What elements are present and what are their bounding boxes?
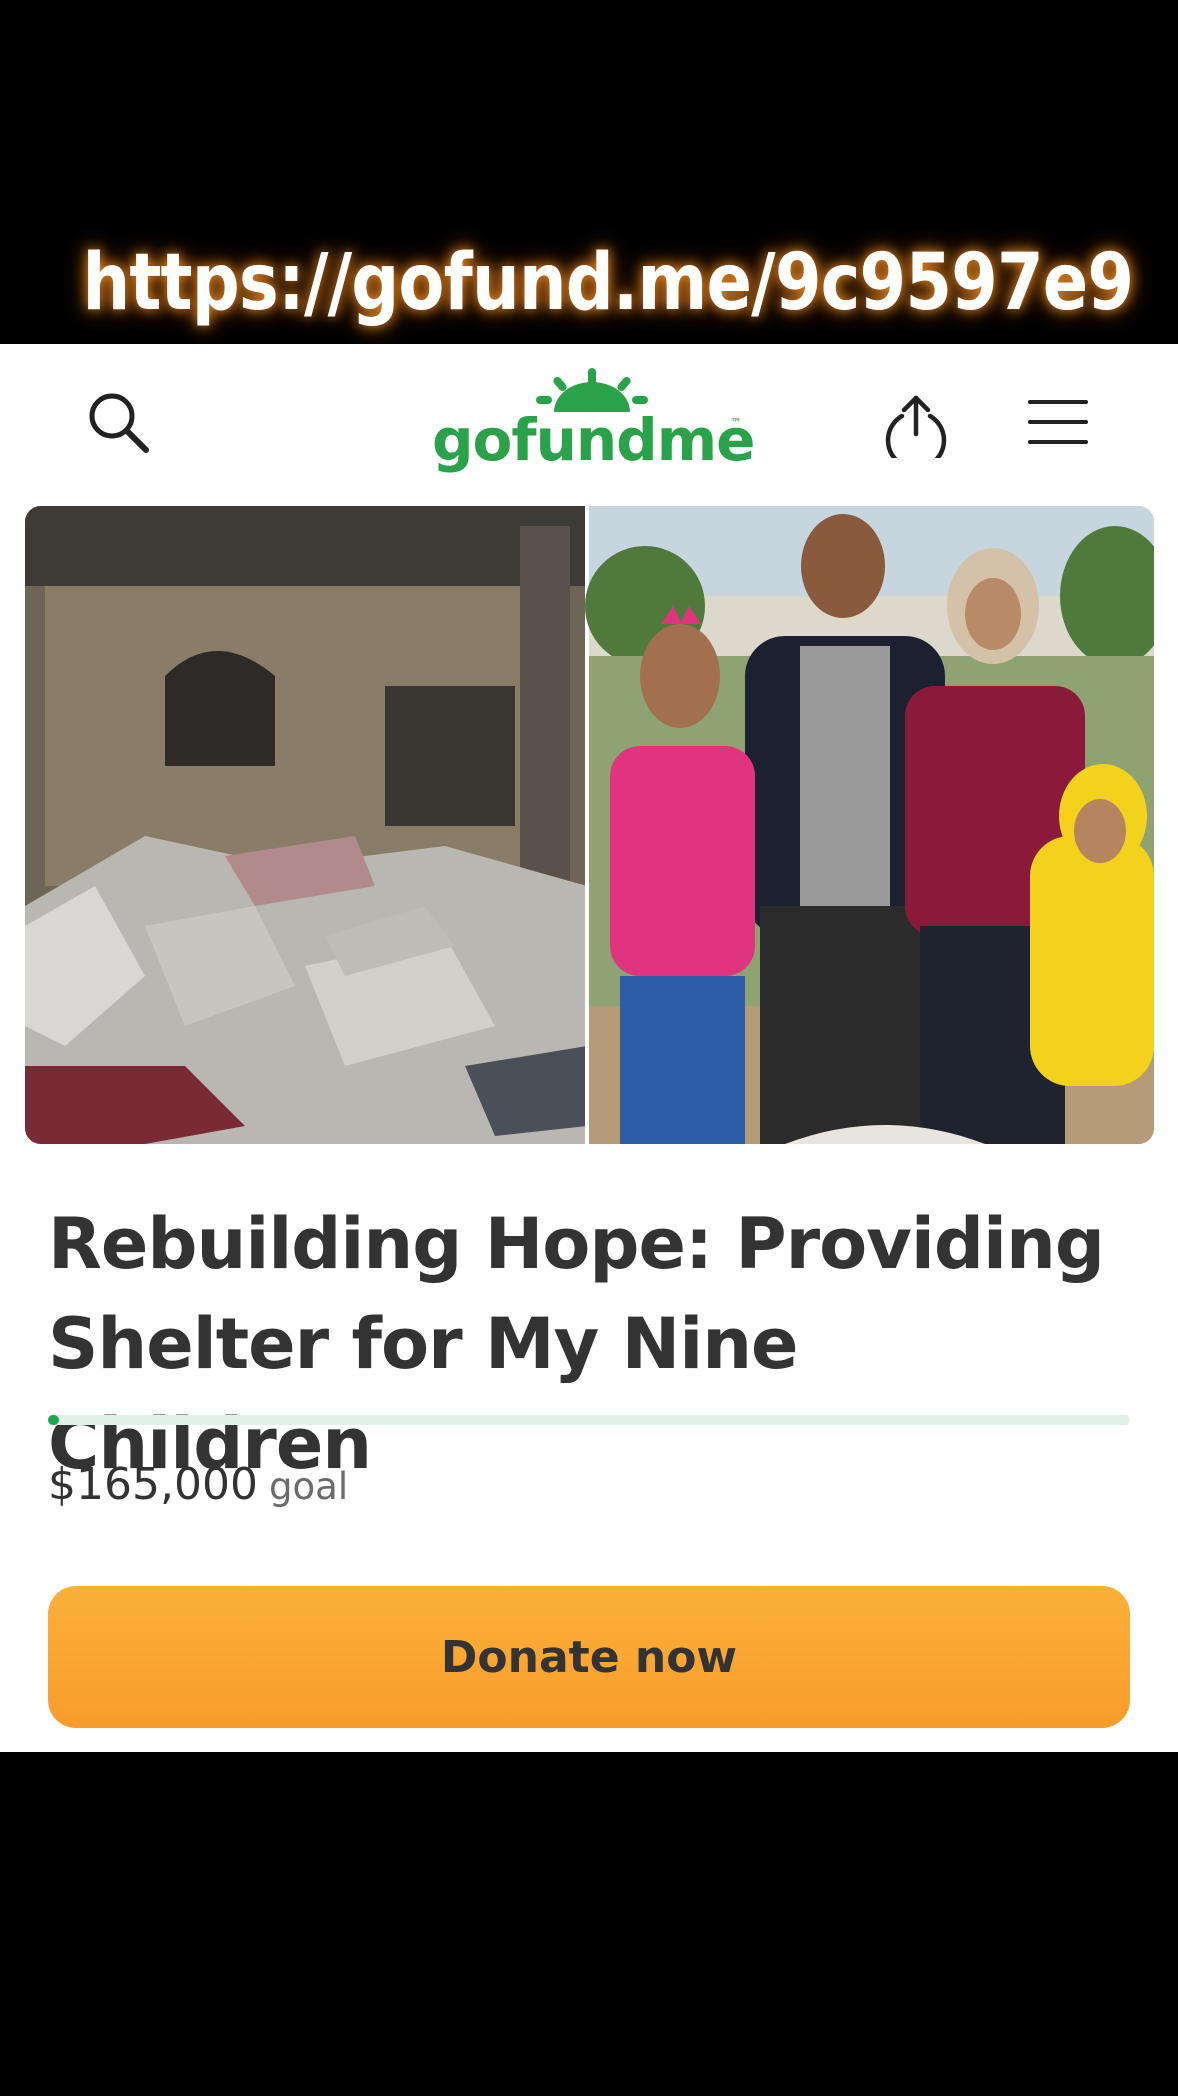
campaign-title: Rebuilding Hope: Providing Shelter for M… <box>48 1203 1105 1485</box>
rubble-photo <box>25 506 587 1144</box>
menu-icon[interactable] <box>1028 398 1088 446</box>
donation-progress-bar <box>48 1415 1130 1425</box>
search-icon[interactable] <box>84 388 152 456</box>
share-icon[interactable] <box>880 386 952 458</box>
url-banner: https://gofund.me/9c9597e9 <box>0 0 1178 344</box>
top-navbar: gofundme ™ <box>0 344 1178 504</box>
goal-label: goal <box>269 1465 349 1508</box>
logo-wordmark: gofundme <box>432 406 755 474</box>
logo-trademark: ™ <box>730 416 742 430</box>
gofundme-logo[interactable]: gofundme ™ <box>426 366 756 486</box>
donate-now-button[interactable]: Donate now <box>48 1586 1130 1728</box>
family-photo <box>585 506 1154 1144</box>
campaign-url: https://gofund.me/9c9597e9 <box>82 238 1134 328</box>
goal-summary: $165,000 goal <box>48 1459 348 1510</box>
campaign-hero-image[interactable] <box>25 506 1154 1144</box>
donation-progress-fill <box>48 1415 59 1425</box>
campaign-page: gofundme ™ Rebuilding Hope: Providing Sh… <box>0 344 1178 1752</box>
bottom-black-area <box>0 1752 1178 2096</box>
goal-amount: $165,000 <box>48 1459 258 1510</box>
